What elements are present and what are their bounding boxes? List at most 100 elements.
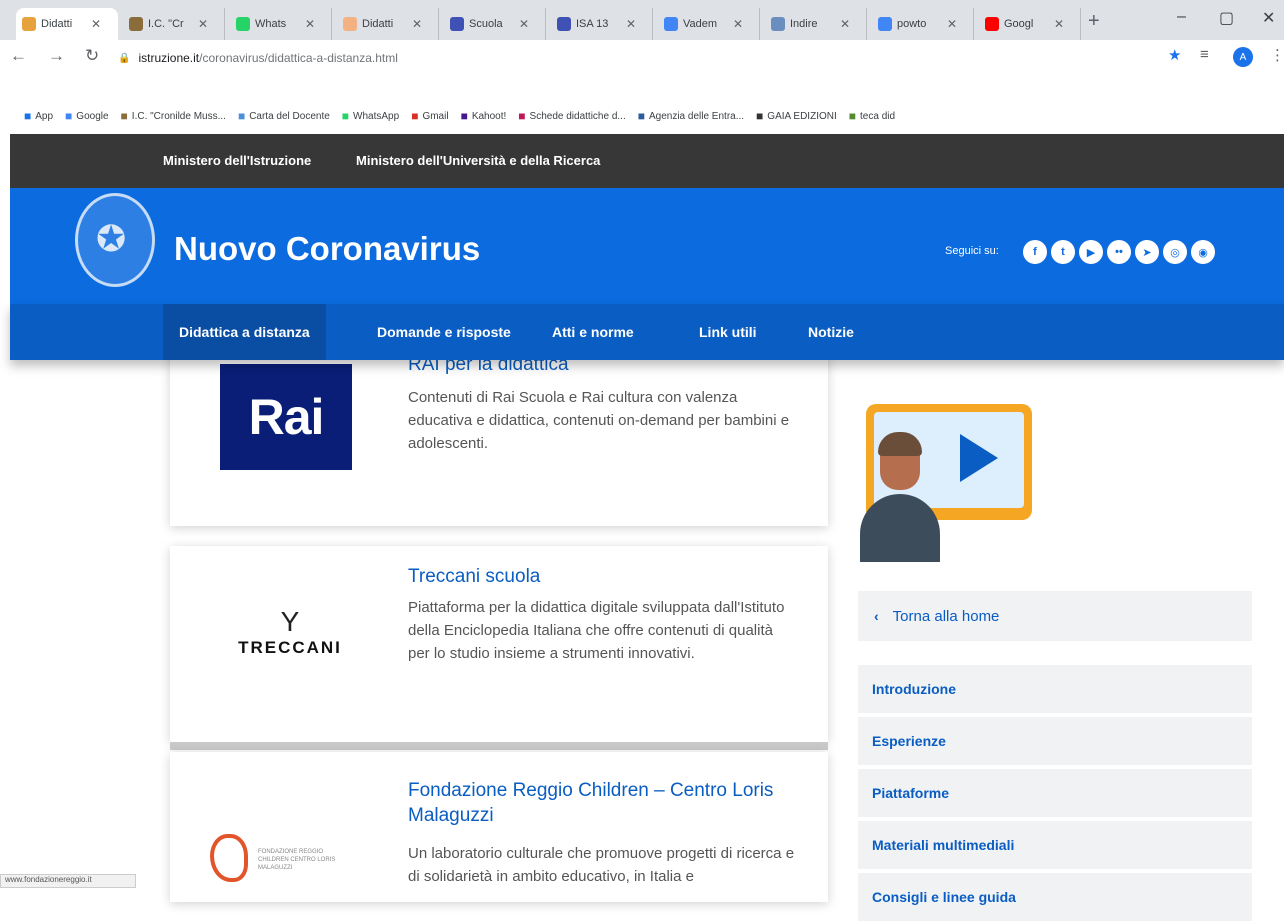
bookmark-item[interactable]: ■ Schede didattiche d... <box>518 109 625 123</box>
site-icon <box>343 17 357 31</box>
address-bar[interactable]: 🔒 istruzione.it/coronavirus/didattica-a-… <box>118 45 1148 71</box>
bookmark-item[interactable]: ■ Gmail <box>411 109 448 123</box>
youtube-icon[interactable]: ▶ <box>1079 240 1103 264</box>
link-status-bar: www.fondazionereggio.it <box>0 874 136 888</box>
rai-logo[interactable]: Rai <box>220 364 352 470</box>
treccani-wordmark: TRECCANI <box>238 638 342 657</box>
bookmark-label: Schede didattiche d... <box>529 110 626 122</box>
site-title[interactable]: Nuovo Coronavirus <box>174 230 480 268</box>
sidebar-item-materiali-multimediali[interactable]: Materiali multimediali <box>858 821 1252 871</box>
nav-atti-e-norme[interactable]: Atti e norme <box>536 304 650 360</box>
treccani-logo[interactable]: Υ TRECCANI <box>220 606 360 658</box>
card-title[interactable]: Fondazione Reggio Children – Centro Lori… <box>408 778 808 828</box>
browser-tab[interactable]: Whats ✕ <box>230 8 332 40</box>
google-icon: ■ <box>65 109 73 123</box>
nav-link-utili[interactable]: Link utili <box>683 304 773 360</box>
sidebar-item-introduzione[interactable]: Introduzione <box>858 665 1252 715</box>
slim-header: Ministero dell'Istruzione Ministero dell… <box>10 134 1284 188</box>
chevron-left-icon: ‹ <box>874 608 879 624</box>
agenzia-icon: ■ <box>637 109 645 123</box>
browser-tab[interactable]: powto ✕ <box>872 8 974 40</box>
leaf-icon: ■ <box>848 109 857 123</box>
back-arrow-icon[interactable]: ← <box>10 46 27 66</box>
new-tab-button[interactable]: + <box>1088 10 1100 33</box>
back-to-home-label: Torna alla home <box>892 607 1000 625</box>
close-tab-icon[interactable]: ✕ <box>305 17 315 31</box>
close-window-icon[interactable]: ✕ <box>1262 8 1275 28</box>
close-tab-icon[interactable]: ✕ <box>733 17 743 31</box>
tab-label: Vadem <box>683 18 718 30</box>
close-tab-icon[interactable]: ✕ <box>840 17 850 31</box>
flickr-icon[interactable]: •• <box>1107 240 1131 264</box>
slim-link-istruzione[interactable]: Ministero dell'Istruzione <box>163 153 311 168</box>
close-tab-icon[interactable]: ✕ <box>412 17 422 31</box>
reload-icon[interactable]: ↻ <box>85 46 99 66</box>
menu-kebab-icon[interactable]: ⋮ <box>1270 46 1284 64</box>
bookmark-item[interactable]: ■ App <box>24 109 53 123</box>
tab-label: powto <box>897 18 927 30</box>
republic-emblem-icon[interactable]: ✪ <box>75 193 155 287</box>
reading-list-icon[interactable]: ≡ <box>1200 46 1209 63</box>
play-icon <box>960 434 998 482</box>
close-tab-icon[interactable]: ✕ <box>947 17 957 31</box>
browser-tab[interactable]: Vadem ✕ <box>658 8 760 40</box>
card-description: Contenuti di Rai Scuola e Rai cultura co… <box>408 389 790 452</box>
nav-notizie[interactable]: Notizie <box>792 304 870 360</box>
reggio-children-logo-text: FONDAZIONE REGGIO CHILDREN CENTRO LORIS … <box>258 849 336 871</box>
sidebar-item-consigli[interactable]: Consigli e linee guida <box>858 873 1252 923</box>
gmail-icon: ■ <box>411 109 419 123</box>
tab-label: Whats <box>255 18 287 30</box>
bookmark-label: Agenzia delle Entra... <box>648 110 745 122</box>
bookmark-label: I.C. "Cronilde Muss... <box>131 110 226 122</box>
bookmark-label: Carta del Docente <box>249 110 330 122</box>
profile-avatar[interactable]: A <box>1233 47 1253 67</box>
bookmark-item[interactable]: ■ WhatsApp <box>342 109 399 123</box>
indire-icon <box>771 17 785 31</box>
browser-tab[interactable]: Googl ✕ <box>979 8 1081 40</box>
bookmark-label: WhatsApp <box>353 110 400 122</box>
browser-tab[interactable]: ISA 13 ✕ <box>551 8 653 40</box>
twitter-icon[interactable]: t <box>1051 240 1075 264</box>
nav-didattica-a-distanza[interactable]: Didattica a distanza <box>163 304 326 360</box>
globe-icon: ■ <box>756 109 764 123</box>
card-title[interactable]: Treccani scuola <box>408 566 540 588</box>
bookmark-item[interactable]: ■ Agenzia delle Entra... <box>638 109 744 123</box>
browser-tab[interactable]: Didatti ✕ <box>337 8 439 40</box>
bookmark-star-icon[interactable]: ★ <box>1168 46 1181 64</box>
browser-tab[interactable]: I.C. "Cr ✕ <box>123 8 225 40</box>
forms-icon <box>450 17 464 31</box>
sidebar-item-esperienze[interactable]: Esperienze <box>858 717 1252 767</box>
school-icon <box>129 17 143 31</box>
bookmark-item[interactable]: ■ I.C. "Cronilde Muss... <box>121 109 226 123</box>
bookmark-item[interactable]: ■ Google <box>65 109 109 123</box>
nav-domande-e-risposte[interactable]: Domande e risposte <box>361 304 527 360</box>
bookmark-item[interactable]: ■ GAIA EDIZIONI <box>756 109 837 123</box>
whatsapp-icon <box>236 17 250 31</box>
browser-tab[interactable]: Indire ✕ <box>765 8 867 40</box>
bookmark-label: teca did <box>860 110 896 122</box>
facebook-icon[interactable]: f <box>1023 240 1047 264</box>
rss-icon[interactable]: ◉ <box>1191 240 1215 264</box>
maximize-icon[interactable]: ▢ <box>1219 8 1234 28</box>
close-tab-icon[interactable]: ✕ <box>1054 17 1064 31</box>
bookmark-item[interactable]: ■ Kahoot! <box>461 109 507 123</box>
sidebar-item-piattaforme[interactable]: Piattaforme <box>858 769 1252 819</box>
close-tab-icon[interactable]: ✕ <box>198 17 208 31</box>
bookmark-item[interactable]: ■ teca did <box>849 109 895 123</box>
instagram-icon[interactable]: ◎ <box>1163 240 1187 264</box>
treccani-symbol: Υ <box>280 606 300 637</box>
minimize-icon[interactable]: – <box>1177 8 1186 26</box>
telegram-icon[interactable]: ➤ <box>1135 240 1159 264</box>
back-to-home-link[interactable]: ‹ Torna alla home <box>858 591 1252 641</box>
site-header: ✪ Nuovo Coronavirus Seguici su: f t ▶ •• ➤ ◎ ◉ <box>10 188 1284 304</box>
close-tab-icon[interactable]: ✕ <box>91 17 101 31</box>
slim-link-universita[interactable]: Ministero dell'Università e della Ricerc… <box>356 153 600 168</box>
browser-tab[interactable]: Scuola ✕ <box>444 8 546 40</box>
site-dots-icon <box>22 17 36 31</box>
close-tab-icon[interactable]: ✕ <box>626 17 636 31</box>
close-tab-icon[interactable]: ✕ <box>519 17 529 31</box>
forward-arrow-icon[interactable]: → <box>48 46 65 66</box>
bookmark-item[interactable]: ■ Carta del Docente <box>238 109 330 123</box>
school-icon: ■ <box>120 109 128 123</box>
browser-tab[interactable]: Didatti ✕ <box>16 8 118 40</box>
